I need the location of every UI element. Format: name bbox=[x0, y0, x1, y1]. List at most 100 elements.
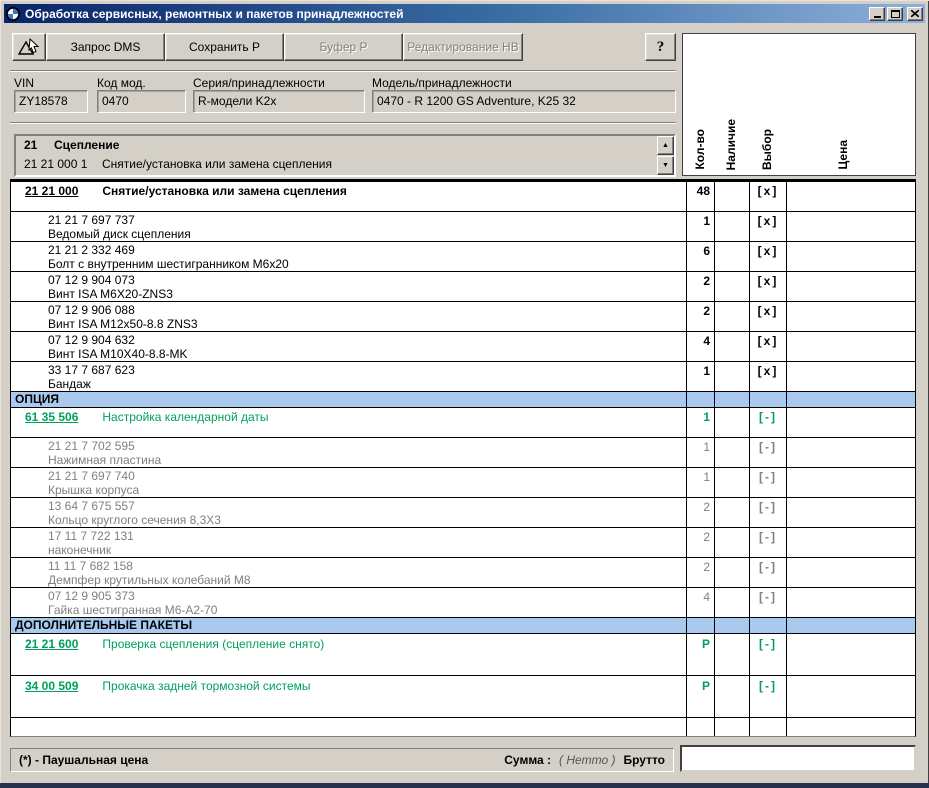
select-toggle[interactable]: [-] bbox=[749, 676, 786, 717]
part-name: Настройка календарной даты bbox=[102, 410, 268, 424]
qty-cell bbox=[686, 618, 714, 633]
price-cell bbox=[786, 242, 915, 271]
graphics-cursor-icon bbox=[18, 38, 40, 56]
table-row[interactable]: 07 12 9 904 632Винт ISA M10X40-8.8-MK 4 … bbox=[11, 332, 915, 362]
app-window: Обработка сервисных, ремонтных и пакетов… bbox=[0, 0, 929, 788]
select-column-header: Выбор bbox=[760, 129, 774, 170]
table-row[interactable]: 21 21 7 697 740Крышка корпуса 1 [-] bbox=[11, 468, 915, 498]
table-filler-row bbox=[11, 718, 915, 736]
part-description-cell: ДОПОЛНИТЕЛЬНЫЕ ПАКЕТЫ bbox=[11, 618, 686, 633]
select-toggle[interactable]: [x] bbox=[749, 302, 786, 331]
select-toggle[interactable]: [-] bbox=[749, 498, 786, 527]
part-number-link[interactable]: 21 21 000 bbox=[25, 184, 78, 198]
table-row[interactable]: 33 17 7 687 623Бандаж 1 [x] bbox=[11, 362, 915, 392]
minimize-button[interactable] bbox=[869, 7, 885, 21]
part-name: Гайка шестигранная М6-А2-70 bbox=[48, 603, 686, 617]
part-number: 07 12 9 904 073 bbox=[48, 273, 686, 287]
table-row[interactable]: 07 12 9 906 088Винт ISA M12x50-8.8 ZNS3 … bbox=[11, 302, 915, 332]
model-field[interactable]: 0470 - R 1200 GS Adventure, K25 32 bbox=[372, 90, 676, 113]
price-cell bbox=[786, 182, 915, 211]
part-number-link[interactable]: 21 21 600 bbox=[25, 637, 78, 651]
series-field[interactable]: R-модели K2x bbox=[193, 90, 365, 113]
qty-column-header: Кол-во bbox=[693, 129, 707, 170]
maximize-button[interactable] bbox=[887, 7, 903, 21]
section-header-row: ОПЦИЯ bbox=[11, 392, 915, 408]
part-description-cell: 07 12 9 904 073Винт ISA M6X20-ZNS3 bbox=[11, 272, 686, 301]
select-toggle[interactable]: [-] bbox=[749, 528, 786, 557]
part-number: 21 21 7 697 740 bbox=[48, 469, 686, 483]
part-number-link[interactable]: 61 35 506 bbox=[25, 410, 78, 424]
graphics-button[interactable] bbox=[12, 33, 46, 61]
select-toggle[interactable]: [x] bbox=[749, 242, 786, 271]
select-toggle[interactable]: [x] bbox=[749, 182, 786, 211]
part-number-link[interactable]: 34 00 509 bbox=[25, 679, 78, 693]
availability-cell bbox=[714, 528, 749, 557]
group-name: Сцепление bbox=[54, 138, 119, 152]
vin-field[interactable]: ZY18578 bbox=[14, 90, 88, 113]
select-toggle[interactable]: [-] bbox=[749, 588, 786, 617]
availability-cell bbox=[714, 242, 749, 271]
list-item[interactable]: 21 21 000 1Снятие/установка или замена с… bbox=[16, 155, 674, 174]
part-name: Демпфер крутильных колебаний М8 bbox=[48, 573, 686, 587]
table-row[interactable]: 11 11 7 682 158Демпфер крутильных колеба… bbox=[11, 558, 915, 588]
list-item[interactable]: 21Сцепление bbox=[16, 136, 674, 155]
part-description-cell: 21 21 7 697 737Ведомый диск сцепления bbox=[11, 212, 686, 241]
model-label: Модель/принадлежности bbox=[372, 76, 512, 90]
part-number: 21 21 7 702 595 bbox=[48, 439, 686, 453]
part-description-cell: 13 64 7 675 557Кольцо круглого сечения 8… bbox=[11, 498, 686, 527]
save-r-button[interactable]: Сохранить Р bbox=[165, 33, 284, 61]
table-row[interactable]: 21 21 7 697 737Ведомый диск сцепления 1 … bbox=[11, 212, 915, 242]
part-description-cell: 34 00 509Прокачка задней тормозной систе… bbox=[11, 676, 686, 717]
part-name: ДОПОЛНИТЕЛЬНЫЕ ПАКЕТЫ bbox=[15, 618, 192, 632]
buffer-r-button: Буфер Р bbox=[284, 33, 403, 61]
table-row[interactable]: 13 64 7 675 557Кольцо круглого сечения 8… bbox=[11, 498, 915, 528]
listbox-scrollbar[interactable]: ▲ ▼ bbox=[657, 136, 674, 175]
select-toggle[interactable]: [-] bbox=[749, 438, 786, 467]
flat-rate-note: (*) - Паушальная цена bbox=[19, 753, 148, 767]
table-row[interactable]: 07 12 9 904 073Винт ISA M6X20-ZNS3 2 [x] bbox=[11, 272, 915, 302]
availability-cell bbox=[714, 272, 749, 301]
availability-cell bbox=[714, 558, 749, 587]
availability-cell bbox=[714, 618, 749, 633]
scroll-up-button[interactable]: ▲ bbox=[657, 136, 674, 155]
price-cell bbox=[786, 468, 915, 497]
table-row[interactable]: 21 21 600Проверка сцепления (сцепление с… bbox=[11, 634, 915, 676]
total-input[interactable] bbox=[680, 745, 916, 772]
close-button[interactable] bbox=[907, 7, 923, 21]
select-toggle[interactable]: [x] bbox=[749, 332, 786, 361]
qty-cell: 1 bbox=[686, 408, 714, 437]
select-toggle[interactable]: [-] bbox=[749, 468, 786, 497]
availability-cell bbox=[714, 392, 749, 407]
select-toggle[interactable]: [-] bbox=[749, 634, 786, 675]
qty-cell: 1 bbox=[686, 362, 714, 391]
maximize-icon bbox=[891, 10, 900, 18]
table-row[interactable]: 61 35 506 Настройка календарной даты 1 [-… bbox=[11, 408, 915, 438]
select-toggle[interactable]: [x] bbox=[749, 272, 786, 301]
model-code-field[interactable]: 0470 bbox=[97, 90, 186, 113]
table-row[interactable]: 21 21 000Снятие/установка или замена сце… bbox=[11, 182, 915, 212]
scroll-down-button[interactable]: ▼ bbox=[657, 156, 674, 175]
sum-label: Сумма : bbox=[504, 753, 551, 767]
select-toggle[interactable]: [-] bbox=[749, 558, 786, 587]
table-row[interactable]: 34 00 509Прокачка задней тормозной систе… bbox=[11, 676, 915, 718]
part-number: 21 21 2 332 469 bbox=[48, 243, 686, 257]
table-row[interactable]: 21 21 7 702 595Нажимная пластина 1 [-] bbox=[11, 438, 915, 468]
operation-listbox[interactable]: 21Сцепление 21 21 000 1Снятие/установка … bbox=[14, 134, 676, 177]
part-description-cell: 11 11 7 682 158Демпфер крутильных колеба… bbox=[11, 558, 686, 587]
table-row[interactable]: 17 11 7 722 131наконечник 2 [-] bbox=[11, 528, 915, 558]
availability-cell bbox=[714, 332, 749, 361]
help-button[interactable]: ? bbox=[645, 33, 676, 61]
price-cell bbox=[786, 362, 915, 391]
select-toggle[interactable]: [x] bbox=[749, 362, 786, 391]
dms-request-button[interactable]: Запрос DMS bbox=[46, 33, 165, 61]
table-row[interactable]: 07 12 9 905 373Гайка шестигранная М6-А2-… bbox=[11, 588, 915, 618]
qty-cell bbox=[686, 392, 714, 407]
select-toggle[interactable]: [-] bbox=[749, 408, 786, 437]
availability-column-header: Наличие bbox=[724, 119, 738, 170]
availability-cell bbox=[714, 676, 749, 717]
series-label: Серия/принадлежности bbox=[193, 76, 325, 90]
select-toggle[interactable]: [x] bbox=[749, 212, 786, 241]
table-row[interactable]: 21 21 2 332 469Болт с внутренним шестигр… bbox=[11, 242, 915, 272]
part-number: 07 12 9 905 373 bbox=[48, 589, 686, 603]
part-description-cell: 07 12 9 904 632Винт ISA M10X40-8.8-MK bbox=[11, 332, 686, 361]
